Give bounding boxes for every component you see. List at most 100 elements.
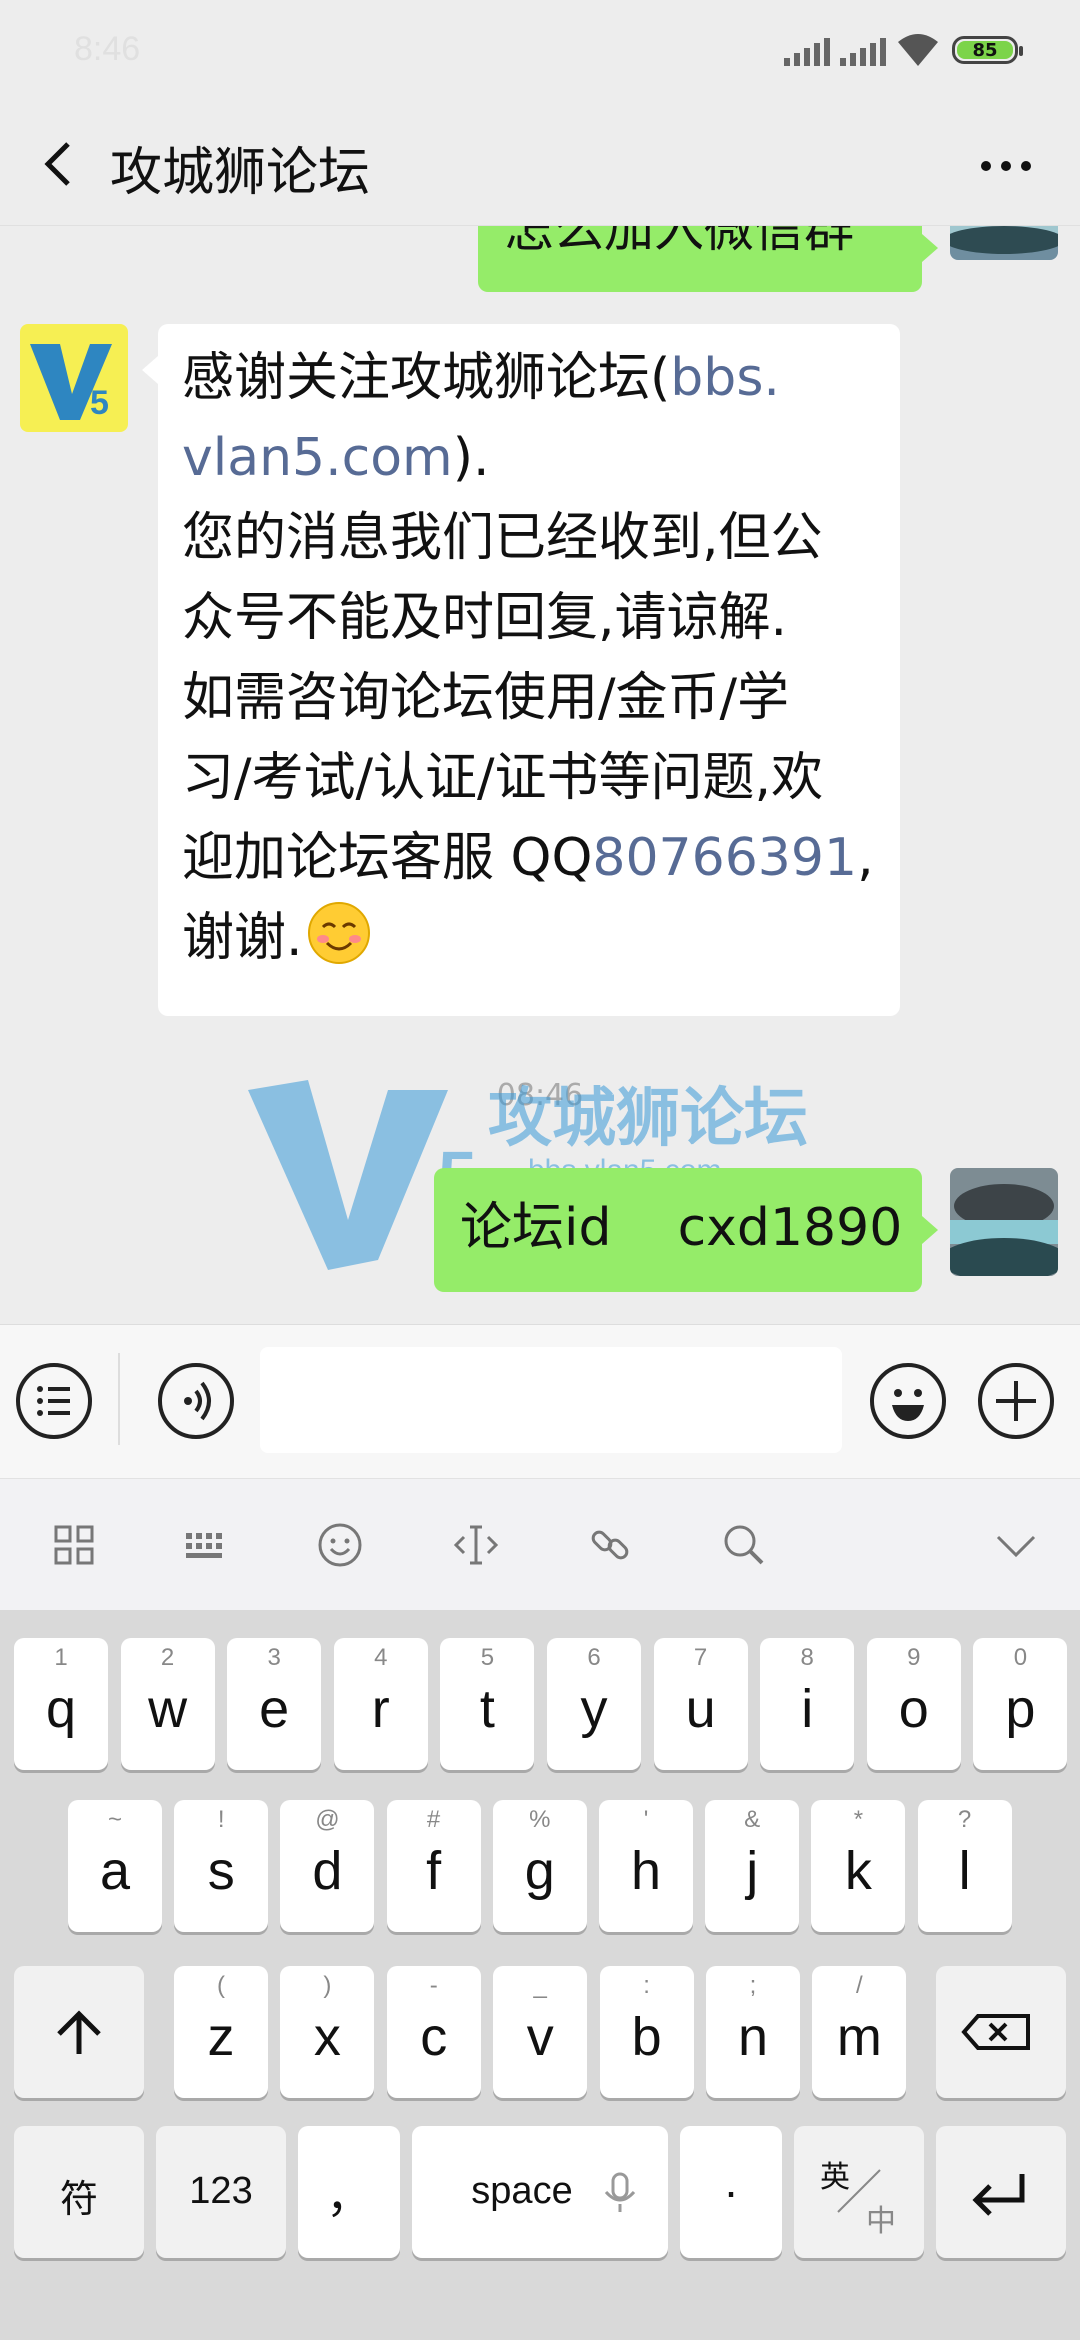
key-label: c [420, 2007, 448, 2067]
key-label: r [371, 1679, 390, 1739]
keyboard-toolbar [0, 1478, 1080, 1610]
key-secondary-label: 5 [480, 1644, 495, 1671]
key-u[interactable]: 7u [653, 1638, 748, 1770]
qq-number-link[interactable]: 80766391 [592, 828, 857, 888]
cursor-move-icon[interactable] [452, 1521, 500, 1569]
key-r[interactable]: 4r [333, 1638, 428, 1770]
key-label: j [746, 1841, 759, 1901]
key-b[interactable]: :b [599, 1966, 694, 2098]
wifi-icon [898, 34, 938, 66]
message-bubble-sent[interactable]: 论坛id cxd1890 [434, 1168, 922, 1292]
key-label: g [524, 1841, 555, 1901]
key-label: ， [326, 2170, 372, 2222]
chat-title: 攻城狮论坛 [110, 143, 371, 203]
search-icon[interactable] [720, 1521, 768, 1569]
key-secondary-label: 2 [160, 1644, 175, 1671]
key-h[interactable]: ' h [599, 1800, 693, 1932]
key-d[interactable]: @ d [280, 1800, 375, 1932]
key-label: k [844, 1841, 872, 1901]
key-label: y [580, 1679, 608, 1739]
chat-header: 攻城狮论坛 [0, 104, 1080, 226]
key-v[interactable]: _ v [493, 1966, 588, 2098]
official-account-avatar[interactable]: 5 [20, 324, 128, 432]
smile-emoji-icon [307, 902, 370, 964]
key-p[interactable]: 0p [973, 1638, 1068, 1770]
chat-messages[interactable]: 怎么加入微信群 5 感谢关注攻城狮论坛(bbs. vlan5.com). 您的消… [0, 226, 1080, 1324]
slash-divider [837, 2169, 881, 2213]
key-label: z [207, 2007, 235, 2067]
key-c[interactable]: -c [386, 1966, 481, 2098]
key-x[interactable]: ) x [280, 1966, 375, 2098]
shift-arrow-icon [57, 2010, 101, 2054]
key-secondary-label: 4 [374, 1644, 388, 1671]
message-bubble-sent[interactable]: 怎么加入微信群 [478, 226, 922, 292]
voice-input-button[interactable] [158, 1363, 234, 1439]
key-secondary-label: - [429, 1972, 438, 1999]
message-text: 论坛id cxd1890 [460, 1198, 903, 1258]
key-n[interactable]: ; n [706, 1966, 800, 2098]
key-label: l [958, 1841, 971, 1901]
key-secondary-label: 9 [907, 1644, 921, 1671]
my-avatar[interactable] [950, 226, 1058, 260]
message-line: 感谢关注攻城狮论坛(bbs. [182, 338, 876, 418]
key-g[interactable]: % g [492, 1800, 587, 1932]
key-o[interactable]: 9o [866, 1638, 961, 1770]
key-secondary-label: * [853, 1806, 864, 1833]
key-secondary-label: ( [217, 1972, 225, 1999]
backspace-icon [961, 2014, 1030, 2050]
key-l[interactable]: ? l [917, 1800, 1012, 1932]
key-a[interactable]: ~ a [68, 1800, 162, 1932]
key-secondary-label: ~ [107, 1806, 122, 1833]
symbol-key[interactable]: 符 [14, 2126, 144, 2258]
message-text-input[interactable] [260, 1347, 842, 1453]
status-bar: 8:46 85 [0, 0, 1080, 104]
forum-link[interactable]: vlan5.com [182, 428, 453, 488]
key-y[interactable]: 6y [547, 1638, 641, 1770]
key-label: o [898, 1679, 929, 1739]
keyboard-layout-icon[interactable] [182, 1521, 230, 1569]
key-f[interactable]: # f [386, 1800, 481, 1932]
key-t[interactable]: 5t [440, 1638, 535, 1770]
my-avatar[interactable] [950, 1168, 1058, 1276]
grid-apps-icon[interactable] [50, 1521, 98, 1569]
period-key[interactable]: · [680, 2126, 782, 2258]
key-secondary-label: & [744, 1806, 761, 1833]
emoji-smile-icon[interactable] [316, 1521, 364, 1569]
key-secondary-label: @ [315, 1806, 340, 1833]
add-attachment-button[interactable] [978, 1363, 1054, 1439]
shift-key[interactable] [14, 1966, 144, 2098]
key-w[interactable]: 2w [120, 1638, 215, 1770]
key-z[interactable]: (z [174, 1966, 268, 2098]
menu-list-button[interactable] [16, 1363, 92, 1439]
space-key[interactable]: space [412, 2126, 668, 2258]
more-options-icon[interactable] [976, 146, 1036, 186]
key-label: h [630, 1841, 662, 1901]
key-label: t [479, 1679, 495, 1739]
key-s[interactable]: ! s [174, 1800, 269, 1932]
key-secondary-label: ? [957, 1806, 972, 1833]
key-k[interactable]: * k [811, 1800, 906, 1932]
key-m[interactable]: / m [812, 1966, 907, 2098]
key-q[interactable]: 1q [14, 1638, 108, 1770]
message-bubble-received[interactable]: 感谢关注攻城狮论坛(bbs. vlan5.com). 您的消息我们已经收到,但公… [158, 324, 900, 1016]
numbers-key[interactable]: 123 [156, 2126, 286, 2258]
clipboard-link-icon[interactable] [586, 1521, 634, 1569]
backspace-key[interactable] [936, 1966, 1066, 2098]
message-text: 谢谢. [182, 908, 303, 968]
chevron-down-icon[interactable] [992, 1521, 1040, 1569]
voice-icon [184, 1381, 211, 1421]
language-switch-key[interactable]: 英 中 [794, 2126, 924, 2258]
key-j[interactable]: & j [705, 1800, 800, 1932]
comma-key[interactable]: ， [298, 2126, 400, 2258]
forum-link[interactable]: bbs. [670, 348, 780, 408]
key-label: · [723, 2165, 739, 2217]
key-label: u [685, 1679, 716, 1739]
emoji-button[interactable] [870, 1363, 946, 1439]
key-i[interactable]: 8i [760, 1638, 855, 1770]
key-label: b [631, 2007, 662, 2067]
key-label: f [426, 1841, 442, 1901]
enter-key[interactable] [936, 2126, 1066, 2258]
key-label: w [148, 1679, 188, 1739]
key-e[interactable]: 3e [227, 1638, 322, 1770]
back-arrow-icon[interactable] [30, 134, 90, 194]
